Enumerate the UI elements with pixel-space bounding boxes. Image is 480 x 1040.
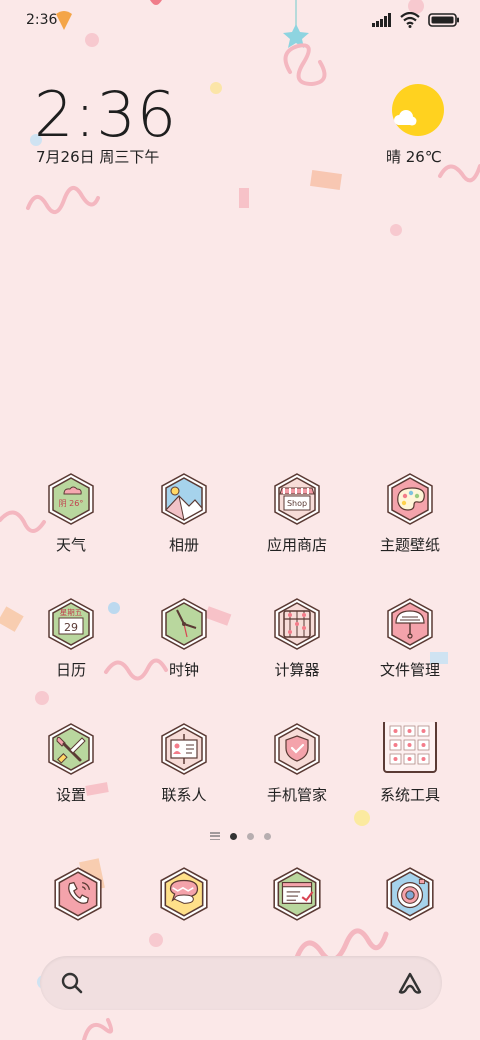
weather-icon-text: 阴 26°	[59, 499, 84, 508]
page-list-icon[interactable]	[209, 832, 220, 840]
clock-icon	[161, 598, 207, 650]
page-indicator[interactable]	[0, 829, 480, 843]
app-file-manager[interactable]: 文件管理	[354, 597, 466, 680]
app-label: 联系人	[161, 786, 207, 804]
app-label: 设置	[55, 786, 86, 804]
app-label: 天气	[55, 536, 86, 554]
messages-icon	[160, 867, 208, 921]
dock-app-camera[interactable]	[354, 866, 466, 922]
status-icons	[372, 12, 460, 28]
dock-app-messages[interactable]	[128, 866, 240, 922]
calculator-icon	[274, 598, 320, 650]
app-gallery[interactable]: 相册	[128, 472, 240, 555]
app-contacts[interactable]: 联系人	[128, 722, 240, 805]
search-bar[interactable]	[40, 956, 442, 1010]
sun-icon[interactable]	[390, 84, 444, 138]
app-settings[interactable]: 设置	[15, 722, 127, 805]
app-store-icon-text: Shop	[287, 499, 307, 508]
app-label: 主题壁纸	[379, 536, 440, 554]
weather-icon: 阴 26°	[48, 473, 94, 525]
themes-icon	[387, 473, 433, 525]
file-manager-icon	[387, 598, 433, 650]
app-calendar[interactable]: 星期五 29 日历	[15, 597, 127, 680]
clock-widget-date[interactable]: 7月26日 周三下午	[36, 146, 159, 167]
status-time: 2:36	[26, 12, 58, 28]
contacts-icon	[161, 723, 207, 775]
browser-icon	[273, 867, 321, 921]
app-store-icon: Shop	[274, 473, 320, 525]
signal-icon	[372, 13, 391, 27]
camera-icon	[386, 867, 434, 921]
app-label: 日历	[55, 661, 86, 679]
status-bar: 2:36	[0, 0, 480, 40]
settings-icon	[48, 723, 94, 775]
app-label: 时钟	[168, 661, 199, 679]
app-security[interactable]: 手机管家	[241, 722, 353, 805]
system-tools-folder-icon	[383, 722, 437, 773]
page-dot[interactable]	[246, 832, 254, 840]
app-label: 计算器	[274, 661, 320, 679]
app-weather[interactable]: 阴 26° 天气	[15, 472, 127, 555]
calendar-weekday-text: 星期五	[60, 608, 83, 617]
assistant-icon[interactable]	[396, 970, 424, 996]
app-label: 应用商店	[266, 536, 327, 554]
app-label: 文件管理	[379, 661, 440, 679]
wifi-icon	[400, 12, 420, 28]
app-label: 系统工具	[379, 786, 440, 804]
dock-app-browser[interactable]	[241, 866, 353, 922]
app-themes[interactable]: 主题壁纸	[354, 472, 466, 555]
weather-widget-text[interactable]: 晴 26℃	[386, 146, 442, 167]
app-label: 手机管家	[266, 786, 327, 804]
app-app-store[interactable]: Shop 应用商店	[241, 472, 353, 555]
clock-widget-time[interactable]: 2:36	[34, 78, 177, 151]
phone-icon	[54, 867, 102, 921]
search-icon[interactable]	[60, 971, 84, 995]
dock-app-phone[interactable]	[22, 866, 134, 922]
battery-icon	[428, 13, 459, 27]
app-label: 相册	[168, 536, 199, 554]
gallery-icon	[161, 473, 207, 525]
page-dot[interactable]	[263, 832, 271, 840]
app-calculator[interactable]: 计算器	[241, 597, 353, 680]
calendar-icon: 星期五 29	[48, 598, 94, 650]
calendar-day-text: 29	[64, 621, 78, 634]
page-dot-current[interactable]	[229, 832, 237, 840]
app-system-tools-folder[interactable]: 系统工具	[354, 722, 466, 805]
app-clock[interactable]: 时钟	[128, 597, 240, 680]
security-icon	[274, 723, 320, 775]
